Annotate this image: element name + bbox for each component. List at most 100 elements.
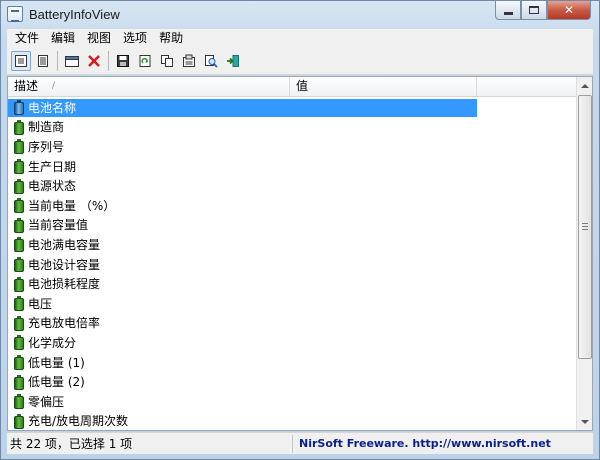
- row-label: 充电/放电周期次数: [28, 414, 129, 429]
- battery-icon: [14, 139, 24, 155]
- exit-icon: [227, 54, 239, 67]
- list-row[interactable]: 化学成分: [8, 333, 577, 353]
- battery-icon: [14, 159, 24, 175]
- scroll-thumb[interactable]: [578, 95, 592, 359]
- row-label: 零偏压: [28, 394, 65, 409]
- app-icon: [7, 6, 23, 22]
- find-icon: [205, 54, 218, 68]
- column-header-value[interactable]: 值: [290, 77, 477, 97]
- list-row[interactable]: 电池满电容量: [8, 235, 577, 255]
- caption-buttons: ✕: [495, 1, 591, 20]
- title-bar[interactable]: BatteryInfoView ✕: [1, 1, 599, 29]
- battery-icon: [14, 355, 24, 371]
- column-header-label: 描述: [14, 79, 39, 93]
- list-row[interactable]: 序列号: [8, 137, 577, 157]
- menu-options[interactable]: 选项: [117, 29, 153, 47]
- row-label: 低电量 (1): [28, 355, 85, 370]
- properties-button[interactable]: [179, 51, 199, 71]
- list-row[interactable]: 电池损耗程度: [8, 274, 577, 294]
- battery-icon: [14, 217, 24, 233]
- list-header: 描述 / 值: [8, 77, 577, 97]
- list-row[interactable]: 制造商: [8, 118, 577, 138]
- status-item-count: 共 22 项，已选择 1 项: [7, 434, 293, 453]
- list-row[interactable]: 低电量 (1): [8, 353, 577, 373]
- list-row[interactable]: 电池设计容量: [8, 255, 577, 275]
- row-label: 电源状态: [28, 179, 77, 194]
- arrow-down-icon: [581, 419, 589, 424]
- refresh-icon: [139, 54, 151, 67]
- menu-file[interactable]: 文件: [9, 29, 45, 47]
- maximize-button[interactable]: [521, 1, 547, 20]
- row-label: 电池名称: [28, 100, 77, 115]
- row-label: 当前容量值: [28, 218, 89, 233]
- list-row[interactable]: 电压: [8, 294, 577, 314]
- battery-info-mode-icon: [15, 54, 27, 67]
- menu-help[interactable]: 帮助: [153, 29, 189, 47]
- nirsoft-link[interactable]: NirSoft Freeware. http://www.nirsoft.net: [293, 437, 551, 450]
- status-bar: 共 22 项，已选择 1 项 NirSoft Freeware. http://…: [7, 432, 593, 454]
- menu-bar: 文件 编辑 视图 选项 帮助: [7, 29, 593, 47]
- row-label: 电池满电容量: [28, 237, 101, 252]
- list-row[interactable]: 低电量 (2): [8, 372, 577, 392]
- list-row[interactable]: 零偏压: [8, 392, 577, 412]
- toolbar-separator: [57, 50, 58, 71]
- list-row[interactable]: 电池名称: [8, 98, 577, 118]
- scroll-down-button[interactable]: [577, 413, 593, 430]
- battery-icon: [14, 237, 24, 253]
- row-label: 序列号: [28, 139, 65, 154]
- log-mode-button[interactable]: [33, 51, 53, 71]
- app-window: BatteryInfoView ✕ 文件 编辑 视图 选项 帮助 描述 / 值 …: [0, 0, 600, 460]
- vertical-scrollbar[interactable]: [576, 77, 592, 430]
- battery-icon: [14, 119, 24, 135]
- battery-icon: [14, 276, 24, 292]
- battery-icon: [14, 100, 24, 116]
- refresh-button[interactable]: [135, 51, 155, 71]
- row-label: 当前电量 （%）: [28, 198, 116, 213]
- battery-icon: [14, 394, 24, 410]
- row-label: 充电放电倍率: [28, 316, 101, 331]
- battery-icon: [14, 315, 24, 331]
- close-icon: ✕: [563, 3, 575, 17]
- sort-indicator-icon: /: [52, 81, 56, 91]
- list-row[interactable]: 当前容量值: [8, 216, 577, 236]
- list-row[interactable]: 生产日期: [8, 157, 577, 177]
- battery-icon: [14, 257, 24, 273]
- row-label: 电压: [28, 296, 53, 311]
- minimize-button[interactable]: [495, 1, 521, 20]
- row-label: 生产日期: [28, 159, 77, 174]
- maximize-icon: [529, 6, 539, 14]
- battery-info-mode-button[interactable]: [11, 50, 31, 71]
- scroll-up-button[interactable]: [577, 77, 593, 94]
- window-title: BatteryInfoView: [29, 7, 120, 22]
- list-rows: 电池名称 制造商 序列号 生产日期 电源状态 当前电量 （%） 当前容量值 电池…: [8, 98, 577, 431]
- column-header-label: 值: [296, 79, 309, 93]
- toolbar-separator: [108, 50, 109, 71]
- list-row[interactable]: 充电放电倍率: [8, 314, 577, 334]
- arrow-up-icon: [581, 83, 589, 88]
- exit-button[interactable]: [223, 51, 243, 71]
- delete-icon: [88, 54, 100, 67]
- copy-button[interactable]: [157, 51, 177, 71]
- save-button[interactable]: [113, 51, 133, 71]
- copy-icon: [161, 54, 173, 67]
- row-label: 制造商: [28, 120, 65, 135]
- battery-info-list[interactable]: 描述 / 值 电池名称 制造商 序列号 生产日期 电源状态 当前电量 （%） 当…: [7, 76, 593, 431]
- list-row[interactable]: 当前电量 （%）: [8, 196, 577, 216]
- grip-icon: [582, 223, 588, 230]
- log-mode-icon: [38, 54, 48, 67]
- menu-view[interactable]: 视图: [81, 29, 117, 47]
- find-button[interactable]: [201, 51, 221, 71]
- list-row[interactable]: 充电/放电周期次数: [8, 412, 577, 432]
- list-row[interactable]: 电源状态: [8, 176, 577, 196]
- row-label: 电池损耗程度: [28, 277, 101, 292]
- battery-icon: [14, 296, 24, 312]
- row-label: 电池设计容量: [28, 257, 101, 272]
- close-button[interactable]: ✕: [547, 1, 591, 20]
- delete-button[interactable]: [84, 51, 104, 71]
- toolbar: [7, 47, 593, 75]
- column-header-description[interactable]: 描述 /: [8, 77, 290, 97]
- window-button[interactable]: [62, 51, 82, 71]
- battery-icon: [14, 374, 24, 390]
- row-label: 化学成分: [28, 335, 77, 350]
- menu-edit[interactable]: 编辑: [45, 29, 81, 47]
